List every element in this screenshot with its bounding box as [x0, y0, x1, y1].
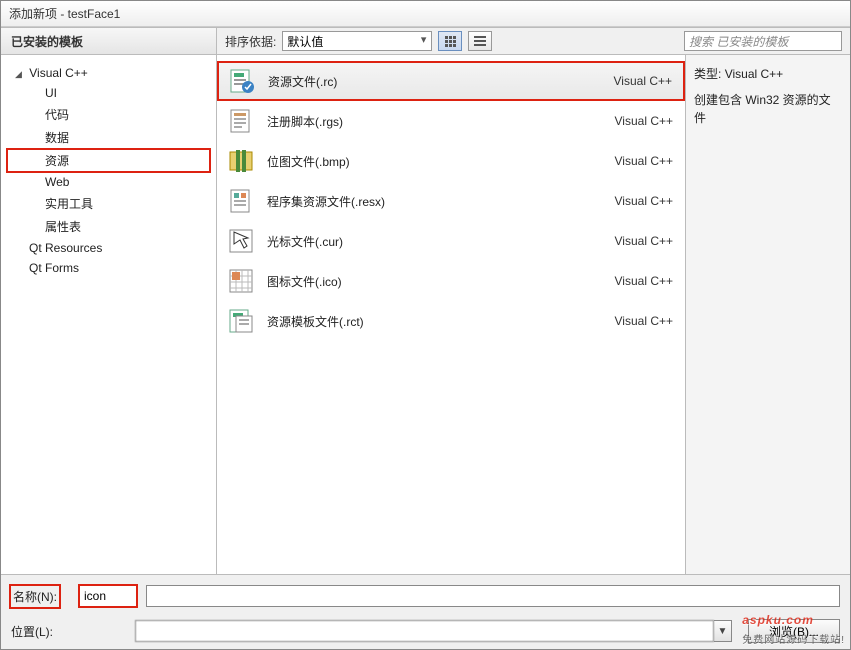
- name-input-extension[interactable]: [146, 585, 840, 607]
- template-name: 资源文件(.rc): [268, 73, 614, 90]
- desc-type-line: 类型: Visual C++: [694, 65, 842, 83]
- template-icon: [227, 227, 255, 255]
- name-row: 名称(N):: [11, 585, 840, 607]
- template-name: 程序集资源文件(.resx): [267, 193, 615, 210]
- template-icon: [227, 107, 255, 135]
- installed-templates-header: 已安装的模板: [1, 27, 217, 55]
- template-row[interactable]: 图标文件(.ico)Visual C++: [217, 261, 685, 301]
- browse-button[interactable]: 浏览(B)...: [748, 619, 840, 643]
- template-list: 资源文件(.rc)Visual C++注册脚本(.rgs)Visual C++位…: [217, 55, 686, 574]
- template-row[interactable]: 注册脚本(.rgs)Visual C++: [217, 101, 685, 141]
- category-tree: Visual C++ UI代码数据资源Web实用工具属性表 Qt Resourc…: [1, 55, 217, 574]
- tree-item-6[interactable]: 属性表: [7, 215, 210, 238]
- tree-item-visual-cpp[interactable]: Visual C++: [7, 63, 210, 83]
- tree-item-sibling-1[interactable]: Qt Forms: [7, 258, 210, 278]
- header-row: 已安装的模板 排序依据: 搜索 已安装的模板: [1, 27, 850, 55]
- template-row[interactable]: 程序集资源文件(.resx)Visual C++: [217, 181, 685, 221]
- center-pane: 资源文件(.rc)Visual C++注册脚本(.rgs)Visual C++位…: [217, 55, 850, 574]
- location-label: 位置(L):: [11, 623, 125, 640]
- window-title-bar: 添加新项 - testFace1: [1, 1, 850, 27]
- template-row[interactable]: 光标文件(.cur)Visual C++: [217, 221, 685, 261]
- list-icon: [474, 36, 486, 46]
- tree-item-sibling-0[interactable]: Qt Resources: [7, 238, 210, 258]
- body: Visual C++ UI代码数据资源Web实用工具属性表 Qt Resourc…: [1, 55, 850, 574]
- tree-item-3[interactable]: 资源: [7, 149, 210, 172]
- sort-by-value[interactable]: [282, 31, 432, 51]
- location-combo[interactable]: [135, 620, 714, 642]
- location-dropdown-button[interactable]: ▼: [714, 620, 732, 642]
- tree-item-4[interactable]: Web: [7, 172, 210, 192]
- template-name: 图标文件(.ico): [267, 273, 615, 290]
- sort-by-label: 排序依据:: [225, 33, 276, 50]
- search-templates-input[interactable]: 搜索 已安装的模板: [684, 31, 842, 51]
- name-label: 名称(N):: [11, 586, 59, 607]
- desc-text: 创建包含 Win32 资源的文件: [694, 91, 842, 127]
- desc-type-label: 类型:: [694, 67, 721, 81]
- template-category: Visual C++: [615, 154, 673, 168]
- view-list-button[interactable]: [468, 31, 492, 51]
- tree-item-0[interactable]: UI: [7, 83, 210, 103]
- template-name: 光标文件(.cur): [267, 233, 615, 250]
- name-input[interactable]: [79, 585, 137, 607]
- template-category: Visual C++: [615, 114, 673, 128]
- template-row[interactable]: 位图文件(.bmp)Visual C++: [217, 141, 685, 181]
- installed-templates-label: 已安装的模板: [11, 33, 83, 50]
- template-icon: [228, 67, 256, 95]
- template-category: Visual C++: [615, 274, 673, 288]
- window-title: 添加新项 - testFace1: [9, 5, 120, 22]
- chevron-down-icon: ▼: [718, 626, 728, 637]
- template-icon: [227, 147, 255, 175]
- template-name: 位图文件(.bmp): [267, 153, 615, 170]
- location-row: 位置(L): ▼ 浏览(B)...: [11, 619, 840, 643]
- template-row[interactable]: 资源文件(.rc)Visual C++: [217, 61, 685, 101]
- template-icon: [227, 187, 255, 215]
- search-placeholder: 搜索 已安装的模板: [689, 33, 788, 50]
- description-pane: 类型: Visual C++ 创建包含 Win32 资源的文件: [686, 55, 850, 574]
- desc-type-value: Visual C++: [725, 67, 783, 81]
- template-icon: [227, 307, 255, 335]
- tree-item-5[interactable]: 实用工具: [7, 192, 210, 215]
- bottom-form: 名称(N): 位置(L): ▼ 浏览(B)...: [1, 574, 850, 649]
- template-category: Visual C++: [614, 74, 672, 88]
- add-item-dialog: 添加新项 - testFace1 已安装的模板 排序依据: 搜索 已安装的模板 …: [0, 0, 851, 650]
- template-category: Visual C++: [615, 314, 673, 328]
- tree-item-2[interactable]: 数据: [7, 126, 210, 149]
- sort-by-dropdown[interactable]: [282, 31, 432, 51]
- toolbar: 排序依据: 搜索 已安装的模板: [217, 27, 850, 55]
- template-name: 资源模板文件(.rct): [267, 313, 615, 330]
- template-category: Visual C++: [615, 194, 673, 208]
- grid-icon: [445, 36, 456, 47]
- template-category: Visual C++: [615, 234, 673, 248]
- tree-item-1[interactable]: 代码: [7, 103, 210, 126]
- template-icon: [227, 267, 255, 295]
- template-row[interactable]: 资源模板文件(.rct)Visual C++: [217, 301, 685, 341]
- view-icons-button[interactable]: [438, 31, 462, 51]
- template-name: 注册脚本(.rgs): [267, 113, 615, 130]
